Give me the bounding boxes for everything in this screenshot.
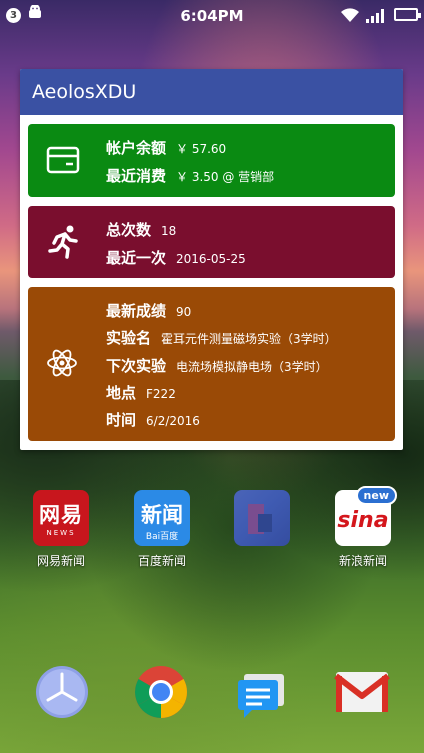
card-icon (46, 146, 80, 178)
app-label: 新浪新闻 (338, 554, 387, 568)
app-label: 网易新闻 (36, 554, 85, 568)
last-time-value: 2016-05-25 (176, 252, 246, 266)
netease-news-icon: 网易 NEWS (33, 490, 89, 546)
location-label: 地点 (106, 384, 137, 402)
next-experiment-label: 下次实验 (106, 357, 167, 375)
chrome-icon[interactable] (133, 664, 189, 724)
signal-icon (366, 6, 388, 28)
total-count-value: 18 (161, 224, 177, 238)
location-value: F222 (146, 387, 176, 401)
balance-label: 帐户余额 (106, 139, 167, 157)
balance-card[interactable]: 帐户余额 ￥ 57.60 最近消费 ￥ 3.50 @ 营销部 (28, 124, 395, 197)
baidu-news-icon: 新闻 Bai百度 (134, 490, 190, 546)
balance-value: ￥ 57.60 (176, 142, 227, 156)
folder-shape (258, 514, 272, 532)
folder-icon (234, 490, 290, 546)
aeolos-widget[interactable]: AeolosXDU 帐户余额 ￥ 57.60 最近消费 ￥ 3.50 @ 营销部 总… (20, 69, 403, 450)
total-count-label: 总次数 (106, 221, 152, 239)
clock-time: 6:04PM (180, 7, 244, 25)
app-netease-news[interactable]: 网易 NEWS 网易新闻 (16, 490, 106, 569)
time-value: 6/2/2016 (146, 414, 200, 428)
status-bar: 3 6:04PM (0, 0, 424, 32)
experiment-label: 实验名 (106, 329, 152, 347)
running-icon (46, 224, 82, 264)
baidu-icon-text: 新闻 (141, 503, 183, 527)
sina-news-icon: sina new (335, 486, 397, 546)
messaging-icon[interactable] (236, 668, 288, 724)
experiment-value: 霍耳元件测量磁场实验（3学时） (161, 332, 337, 346)
last-time-label: 最近一次 (106, 249, 167, 267)
time-label: 时间 (106, 411, 137, 429)
atom-icon (46, 347, 78, 383)
wifi-icon (340, 6, 360, 28)
baidu-icon-sub: Bai百度 (145, 532, 179, 542)
next-experiment-value: 电流场模拟静电场（3学时） (176, 360, 328, 374)
recent-spend-value: ￥ 3.50 @ 营销部 (176, 170, 275, 184)
grade-label: 最新成绩 (106, 302, 167, 320)
lab-grade-card[interactable]: 最新成绩 90 实验名 霍耳元件测量磁场实验（3学时） 下次实验 电流场模拟静电场（3… (28, 287, 395, 441)
new-badge: new (355, 486, 397, 505)
widget-title: AeolosXDU (20, 69, 403, 115)
app-baidu-news[interactable]: 新闻 Bai百度 百度新闻 (117, 490, 207, 569)
gmail-icon[interactable] (334, 668, 390, 720)
app-folder[interactable] (217, 490, 307, 552)
netease-icon-sub: NEWS (46, 529, 76, 537)
clock-icon[interactable] (34, 664, 90, 724)
recent-spend-label: 最近消费 (106, 167, 167, 185)
battery-icon (394, 8, 421, 21)
workout-count-card[interactable]: 总次数 18 最近一次 2016-05-25 (28, 206, 395, 278)
grade-value: 90 (176, 305, 192, 319)
app-label: 百度新闻 (137, 554, 186, 568)
netease-icon-text: 网易 (39, 503, 83, 527)
app-sina-news[interactable]: sina new 新浪新闻 (318, 486, 408, 569)
